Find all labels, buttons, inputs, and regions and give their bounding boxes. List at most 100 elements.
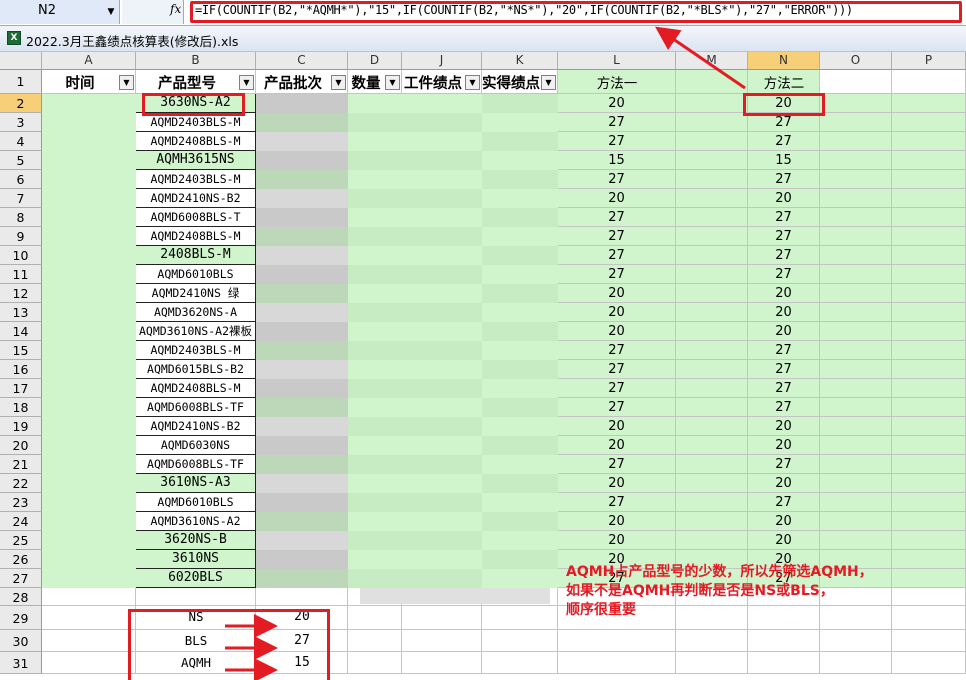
column-header-o[interactable]: O (820, 52, 892, 70)
empty-cell[interactable] (676, 189, 748, 208)
redacted-number-cell[interactable] (482, 170, 558, 189)
empty-cell[interactable] (748, 630, 820, 652)
row-header[interactable]: 2 (0, 94, 42, 113)
empty-cell[interactable] (820, 94, 892, 113)
empty-cell[interactable] (892, 208, 966, 227)
row-header[interactable]: 5 (0, 151, 42, 170)
redacted-number-cell[interactable] (402, 455, 482, 474)
empty-cell[interactable] (820, 512, 892, 531)
product-model-cell[interactable]: AQMD6008BLS-TF (136, 398, 256, 417)
redacted-date-cell[interactable] (42, 550, 136, 569)
empty-cell[interactable] (892, 265, 966, 284)
product-model-cell[interactable]: AQMD6008BLS-T (136, 208, 256, 227)
redacted-batch-cell[interactable] (256, 474, 348, 493)
redacted-number-cell[interactable] (402, 398, 482, 417)
empty-cell[interactable] (892, 569, 966, 588)
redacted-number-cell[interactable] (348, 531, 402, 550)
redacted-date-cell[interactable] (42, 398, 136, 417)
product-model-cell[interactable]: AQMD6010BLS (136, 265, 256, 284)
redacted-number-cell[interactable] (402, 246, 482, 265)
row-header[interactable]: 14 (0, 322, 42, 341)
product-model-cell[interactable]: AQMD2410NS 绿 (136, 284, 256, 303)
empty-cell[interactable] (348, 606, 402, 630)
row-header[interactable]: 3 (0, 113, 42, 132)
method1-value-cell[interactable]: 27 (558, 227, 676, 246)
redacted-number-cell[interactable] (402, 569, 482, 588)
empty-cell[interactable] (676, 630, 748, 652)
method2-value-cell[interactable]: 27 (748, 227, 820, 246)
row-header[interactable]: 9 (0, 227, 42, 246)
redacted-number-cell[interactable] (348, 227, 402, 246)
filter-dropdown-c-icon[interactable]: ▼ (331, 75, 346, 90)
row-header[interactable]: 29 (0, 606, 42, 630)
redacted-number-cell[interactable] (348, 417, 402, 436)
column-header-p[interactable]: P (892, 52, 966, 70)
method2-value-cell[interactable]: 27 (748, 265, 820, 284)
empty-cell[interactable] (820, 474, 892, 493)
empty-cell[interactable] (820, 208, 892, 227)
redacted-number-cell[interactable] (482, 189, 558, 208)
redacted-number-cell[interactable] (348, 208, 402, 227)
empty-cell[interactable] (820, 630, 892, 652)
redacted-batch-cell[interactable] (256, 132, 348, 151)
redacted-date-cell[interactable] (42, 493, 136, 512)
empty-cell[interactable] (892, 417, 966, 436)
empty-cell[interactable] (820, 189, 892, 208)
empty-cell[interactable] (892, 341, 966, 360)
empty-cell[interactable] (892, 493, 966, 512)
column-header-c[interactable]: C (256, 52, 348, 70)
row-header[interactable]: 24 (0, 512, 42, 531)
row-header[interactable]: 15 (0, 341, 42, 360)
empty-cell[interactable] (676, 265, 748, 284)
empty-cell[interactable] (42, 606, 136, 630)
empty-cell[interactable] (892, 360, 966, 379)
redacted-number-cell[interactable] (402, 113, 482, 132)
row-header[interactable]: 31 (0, 652, 42, 674)
empty-cell[interactable] (892, 113, 966, 132)
empty-cell[interactable] (402, 606, 482, 630)
redacted-number-cell[interactable] (482, 379, 558, 398)
empty-cell[interactable] (676, 246, 748, 265)
method1-value-cell[interactable]: 27 (558, 208, 676, 227)
empty-cell[interactable] (820, 284, 892, 303)
method2-value-cell[interactable]: 27 (748, 455, 820, 474)
empty-cell[interactable] (892, 606, 966, 630)
row-header[interactable]: 13 (0, 303, 42, 322)
row-header[interactable]: 27 (0, 569, 42, 588)
redacted-batch-cell[interactable] (256, 512, 348, 531)
redacted-date-cell[interactable] (42, 455, 136, 474)
empty-cell[interactable] (820, 652, 892, 674)
empty-cell[interactable] (892, 170, 966, 189)
product-model-cell[interactable]: AQMD3620NS-A (136, 303, 256, 322)
product-model-cell[interactable]: AQMD2403BLS-M (136, 341, 256, 360)
empty-cell[interactable] (748, 652, 820, 674)
empty-cell[interactable] (892, 550, 966, 569)
method1-value-cell[interactable]: 27 (558, 398, 676, 417)
row-header[interactable]: 18 (0, 398, 42, 417)
redacted-number-cell[interactable] (482, 512, 558, 531)
row-header[interactable]: 28 (0, 588, 42, 606)
name-box[interactable]: N2 ▼ (0, 0, 120, 24)
empty-cell[interactable] (892, 189, 966, 208)
product-model-cell[interactable]: AQMD2410NS-B2 (136, 417, 256, 436)
redacted-batch-cell[interactable] (256, 189, 348, 208)
empty-cell[interactable] (820, 265, 892, 284)
redacted-number-cell[interactable] (348, 569, 402, 588)
redacted-number-cell[interactable] (482, 284, 558, 303)
row-header[interactable]: 10 (0, 246, 42, 265)
redacted-number-cell[interactable] (402, 132, 482, 151)
empty-cell[interactable] (482, 630, 558, 652)
row-header[interactable]: 30 (0, 630, 42, 652)
redacted-date-cell[interactable] (42, 189, 136, 208)
redacted-number-cell[interactable] (482, 303, 558, 322)
product-model-cell[interactable]: AQMD3610NS-A2 (136, 512, 256, 531)
empty-cell[interactable] (676, 132, 748, 151)
column-header-n[interactable]: N (748, 52, 820, 70)
empty-cell[interactable] (820, 455, 892, 474)
empty-cell[interactable] (676, 303, 748, 322)
redacted-batch-cell[interactable] (256, 455, 348, 474)
redacted-number-cell[interactable] (402, 151, 482, 170)
redacted-number-cell[interactable] (482, 474, 558, 493)
empty-cell[interactable] (820, 227, 892, 246)
row-header[interactable]: 6 (0, 170, 42, 189)
